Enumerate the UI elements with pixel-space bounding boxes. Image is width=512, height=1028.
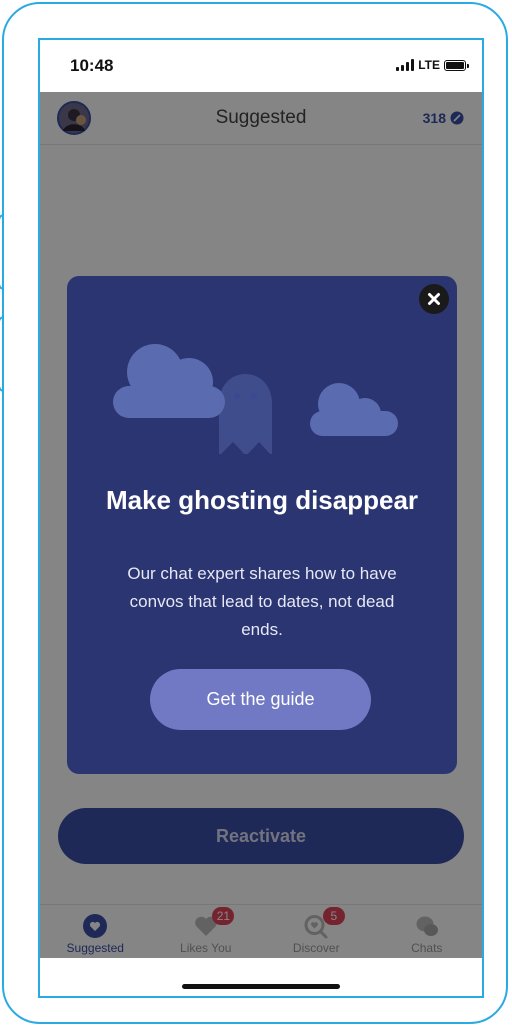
- phone-screen: 10:48 LTE Suggested 318 Reactivate Sugge…: [38, 38, 484, 998]
- promo-modal: Make ghosting disappear Our chat expert …: [67, 276, 457, 774]
- volume-up-button: [0, 214, 4, 290]
- volume-down-button: [0, 316, 4, 392]
- modal-body: Our chat expert shares how to have convo…: [127, 564, 397, 639]
- close-button[interactable]: [419, 284, 449, 314]
- status-bar: 10:48 LTE: [40, 40, 482, 92]
- home-indicator[interactable]: [182, 984, 340, 989]
- home-area: [40, 958, 482, 996]
- network-type: LTE: [418, 58, 440, 72]
- modal-title: Make ghosting disappear: [105, 485, 419, 515]
- battery-icon: [444, 59, 469, 71]
- ghost-illustration: [113, 344, 398, 454]
- signal-icon: [396, 59, 415, 71]
- status-time: 10:48: [70, 56, 114, 75]
- get-guide-button[interactable]: Get the guide: [150, 669, 371, 730]
- status-indicators: LTE: [396, 58, 469, 72]
- close-icon: [428, 293, 440, 305]
